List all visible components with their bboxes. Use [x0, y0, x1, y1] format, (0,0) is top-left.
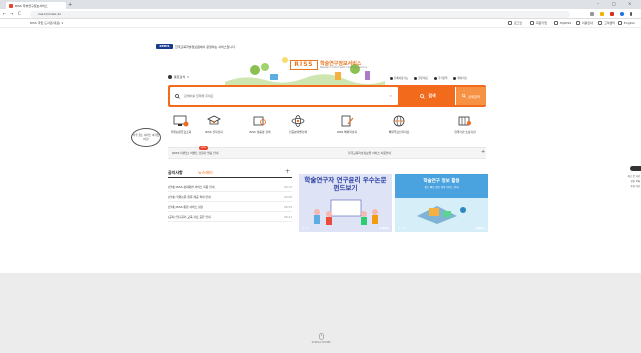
- user-icon: [530, 21, 534, 25]
- back-button[interactable]: ←: [3, 11, 6, 17]
- monitor-icon: [173, 115, 189, 127]
- profile-icon[interactable]: [620, 12, 624, 16]
- carousel-controls[interactable]: ◀ ▮▮ ▶: [475, 226, 485, 230]
- list-item[interactable]: [안내] RISS 상세화면 서비스 이용 안내 09.15: [168, 182, 292, 192]
- riss-logo[interactable]: RISS: [290, 60, 318, 70]
- site-subtitle: Research Information Sharing Service: [320, 66, 368, 69]
- keris-description: 한국교육학술정보원에서 운영하는 서비스입니다.: [175, 45, 236, 49]
- notice-more-button[interactable]: +: [481, 149, 485, 155]
- researchers-illustration: [314, 199, 378, 225]
- scroll-hint: SCROLL DOWN: [310, 333, 332, 344]
- option-fulltext[interactable]: 원문제공: [414, 76, 428, 80]
- radio-icon: [453, 76, 457, 80]
- card-title: 학술연구 정보 활용: [423, 179, 460, 184]
- search-icon: [175, 93, 180, 99]
- search-button[interactable]: 검색: [403, 87, 453, 105]
- maximize-button[interactable]: □: [612, 1, 616, 6]
- side-toggle-button[interactable]: [630, 166, 641, 171]
- list-item[interactable]: [안내] 학위논문 원문 제공 확대 안내 09.08: [168, 192, 292, 202]
- search-icon: [420, 93, 426, 99]
- card-title: 학술연구자 연구윤리 우수논문 펀드보기: [304, 176, 387, 192]
- star-icon[interactable]: [600, 12, 604, 16]
- detail-search-button[interactable]: 상세검색: [455, 87, 486, 105]
- isometric-illustration: [417, 206, 466, 224]
- myriss-link[interactable]: MyRISS: [554, 21, 571, 25]
- card-pager: 2 / 9: [302, 225, 309, 230]
- extension-red-icon[interactable]: [610, 12, 614, 16]
- radio-icon: [390, 76, 393, 80]
- favicon-icon: [9, 3, 13, 8]
- quick-item-field-search[interactable]: 전공분야별검색: [281, 115, 315, 134]
- option-policy[interactable]: 국가정책: [433, 76, 447, 80]
- service-select[interactable]: 통합검색 ∨: [168, 75, 189, 79]
- site-select[interactable]: RISS 국립 도서관(대표) ∨: [30, 21, 64, 25]
- person-icon: [554, 21, 558, 25]
- keris-logo[interactable]: KERIS: [156, 44, 173, 49]
- list-item[interactable]: [안내] RISS 통합 서비스 점검 08.29: [168, 202, 292, 212]
- service-icon: [168, 75, 172, 79]
- browser-tab[interactable]: RISS 학술연구정보서비스: [6, 2, 66, 9]
- guide-icon: [576, 21, 580, 25]
- search-options: 전체이용가능 원문제공 국가정책 해외자료: [390, 76, 467, 80]
- quick-item-free-resources[interactable]: 해외무료전자자료: [382, 115, 416, 134]
- quick-item-partner-library[interactable]: 협약기관 소장기관: [448, 115, 482, 134]
- document-pencil-icon: [341, 115, 354, 127]
- guide-link[interactable]: 이용안내: [576, 21, 593, 25]
- support-link[interactable]: 고객센터: [598, 21, 615, 25]
- event-notice-link[interactable]: [RISS 이벤트] 이벤트 당첨자 발표 안내: [172, 151, 218, 155]
- chevron-down-icon: ∨: [187, 75, 190, 79]
- url-input[interactable]: riss.kr/index.do: [30, 10, 570, 18]
- close-button[interactable]: ×: [628, 1, 631, 6]
- board-more-button[interactable]: +: [285, 168, 290, 175]
- new-tab-button[interactable]: +: [68, 2, 72, 8]
- headset-icon: [598, 21, 602, 25]
- detail-search-icon: [462, 94, 466, 98]
- search-dropdown-arrow[interactable]: ▾: [390, 94, 392, 98]
- card-pager: 2 / 4: [398, 225, 405, 230]
- card-subtitle: 쉽고 빠른 정보 검색 서비스 안내: [424, 186, 459, 189]
- quick-item-ebook[interactable]: RISS 전자잡지: [197, 115, 231, 134]
- option-overseas[interactable]: 해외자료: [453, 76, 467, 80]
- extension-icon[interactable]: [590, 12, 594, 16]
- atom-icon: [291, 115, 305, 127]
- minimize-button[interactable]: –: [597, 1, 599, 6]
- english-link[interactable]: English: [618, 21, 635, 25]
- lock-icon: [508, 21, 512, 25]
- quick-service-bubble: 자주 찾는 서비스 여기있어요!: [131, 128, 161, 147]
- tab-title: RISS 학술연구정보서비스: [15, 3, 48, 8]
- side-menu-item[interactable]: 추천 자료: [606, 184, 640, 189]
- mouse-icon: [318, 333, 324, 340]
- quick-item-custom-search[interactable]: RISS 맞춤형 검색: [243, 115, 277, 134]
- tab-newsletter[interactable]: 뉴스레터: [198, 170, 213, 176]
- signup-link[interactable]: 회원가입: [530, 21, 547, 25]
- menu-icon[interactable]: [630, 12, 632, 16]
- new-badge: NEW: [199, 146, 208, 150]
- globe-icon: [618, 21, 622, 25]
- login-link[interactable]: 로그인: [508, 21, 522, 25]
- radio-icon: [433, 76, 437, 80]
- board-divider: [168, 177, 292, 178]
- service-notice-link[interactable]: 한국교육학술정보원 서비스 이용안내: [348, 151, 391, 155]
- card-controls: 2 / 4 ◀ ▮▮ ▶: [398, 225, 485, 230]
- graduation-cap-icon: [207, 115, 221, 125]
- list-item[interactable]: [공지] 연구윤리 교육 자료 공유 안내 08.21: [168, 212, 292, 222]
- reload-button[interactable]: C: [18, 11, 21, 17]
- tab-strip: [0, 0, 641, 9]
- option-all[interactable]: 전체이용가능: [390, 76, 408, 80]
- quick-item-overseas-journal[interactable]: RISS 해외학술지: [330, 115, 364, 134]
- book-search-icon: [253, 116, 266, 126]
- forward-button[interactable]: →: [10, 11, 13, 17]
- carousel-controls[interactable]: ◀ ▮▮ ▶: [379, 226, 389, 230]
- globe-icon: [393, 115, 405, 127]
- quick-item-thesis[interactable]: 학위논문유료조회: [164, 115, 198, 134]
- side-quick-menu: 최근 본 자료 관심 목록 추천 자료: [606, 174, 640, 189]
- search-input[interactable]: 검색어를 입력해 주세요: [170, 87, 398, 105]
- radio-icon: [414, 76, 418, 80]
- library-icon: [458, 116, 471, 126]
- card-controls: 2 / 9 ◀ ▮▮ ▶: [302, 225, 389, 230]
